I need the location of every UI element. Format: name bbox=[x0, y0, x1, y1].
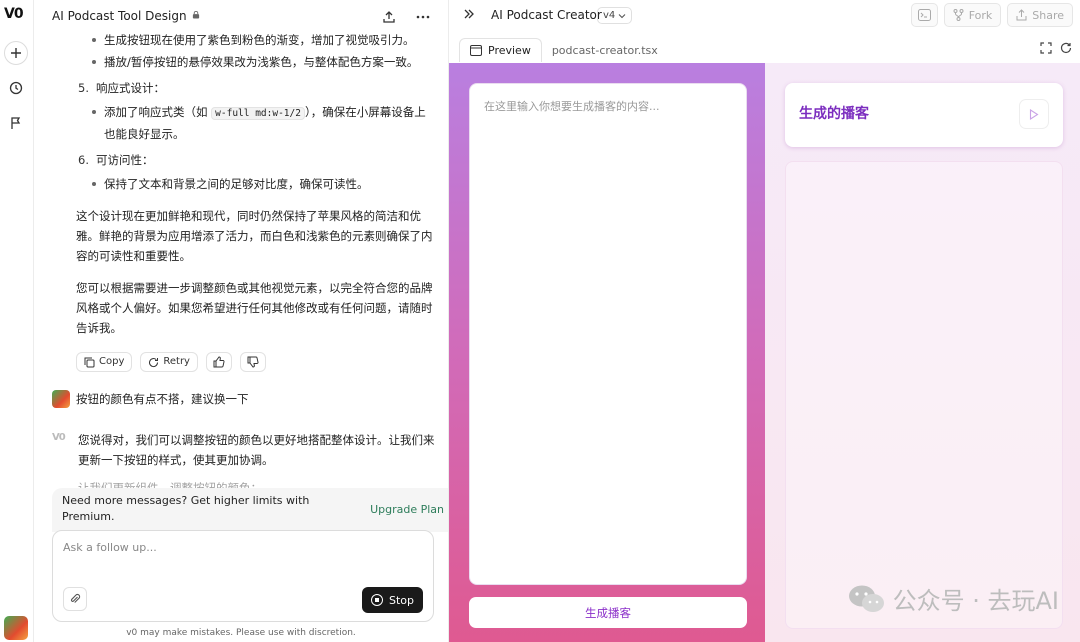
window-icon bbox=[470, 45, 482, 56]
list-item: 播放/暂停按钮的悬停效果改为浅紫色，与整体配色方案一致。 bbox=[78, 52, 438, 72]
v0-logo[interactable]: V0 bbox=[4, 6, 30, 24]
chat-title: AI Podcast Tool Design bbox=[52, 9, 187, 23]
share-export-button[interactable] bbox=[378, 6, 400, 28]
paragraph: 这个设计现在更加鲜艳和现代，同时仍然保持了苹果风格的简洁和优雅。鲜艳的背景为应用… bbox=[76, 209, 433, 263]
app-preview: 生成播客 生成的播客 公众号 · 去玩AI bbox=[449, 63, 1080, 642]
reload-button[interactable] bbox=[1060, 42, 1072, 57]
thumbs-up-button[interactable] bbox=[205, 352, 232, 372]
copy-icon bbox=[84, 357, 95, 367]
paperclip-icon bbox=[70, 593, 81, 603]
podcast-content-textarea[interactable] bbox=[469, 83, 747, 585]
generate-podcast-button[interactable]: 生成播客 bbox=[469, 597, 747, 628]
user-avatar-small bbox=[52, 390, 70, 408]
clock-icon bbox=[9, 81, 23, 95]
chat-panel: AI Podcast Tool Design 生成按钮现在使用了紫色到粉色的渐变… bbox=[34, 0, 470, 642]
output-section: 生成的播客 公众号 · 去玩AI bbox=[765, 63, 1080, 642]
version-select[interactable]: v4 bbox=[597, 7, 633, 24]
plus-icon bbox=[11, 48, 21, 58]
more-icon bbox=[416, 15, 430, 19]
list-item: 生成按钮现在使用了紫色到粉色的渐变，增加了视觉吸引力。 bbox=[78, 30, 438, 50]
refresh-icon bbox=[149, 357, 159, 367]
list-item: 添加了响应式类（如 w-full md:w-1/2 ），确保在小屏幕设备上也能良好… bbox=[78, 102, 438, 144]
play-icon bbox=[1029, 108, 1039, 120]
collapse-sidebar-button[interactable] bbox=[463, 8, 475, 23]
preview-panel: AI Podcast Creator v4 Fork Share Preview bbox=[448, 0, 1080, 642]
chat-header: AI Podcast Tool Design bbox=[34, 0, 448, 32]
chat-messages: 生成按钮现在使用了紫色到粉色的渐变，增加了视觉吸引力。 播放/暂停按钮的悬停效果… bbox=[34, 30, 448, 488]
numbered-item: 6. 可访问性： bbox=[78, 153, 154, 167]
message-actions: Copy Retry bbox=[76, 352, 438, 372]
wechat-icon bbox=[848, 585, 884, 612]
v0-avatar: V0 bbox=[52, 432, 66, 443]
project-title: AI Podcast Creator bbox=[491, 8, 602, 22]
podcast-output-area bbox=[785, 161, 1063, 629]
left-rail: V0 bbox=[0, 0, 34, 642]
double-chevron-right-icon bbox=[464, 9, 474, 19]
copy-button[interactable]: Copy bbox=[76, 352, 133, 372]
upload-icon bbox=[383, 11, 395, 23]
thumbs-down-icon bbox=[247, 356, 259, 368]
terminal-icon bbox=[917, 9, 931, 21]
numbered-item: 5. 响应式设计： bbox=[78, 81, 165, 95]
more-options-button[interactable] bbox=[412, 6, 434, 28]
generated-podcast-card: 生成的播客 bbox=[785, 83, 1063, 147]
attach-button[interactable] bbox=[63, 587, 87, 611]
share-icon bbox=[1016, 9, 1027, 21]
upgrade-plan-link[interactable]: Upgrade Plan bbox=[370, 502, 444, 518]
chevron-down-icon bbox=[618, 13, 626, 18]
preview-tabs: Preview podcast-creator.tsx bbox=[459, 38, 668, 62]
lock-icon bbox=[192, 11, 199, 19]
disclaimer: v0 may make mistakes. Please use with di… bbox=[126, 628, 356, 638]
stop-icon bbox=[370, 594, 383, 606]
user-avatar[interactable] bbox=[4, 616, 28, 640]
list-item: 保持了文本和背景之间的足够对比度，确保可读性。 bbox=[78, 174, 438, 194]
inline-code: w-full md:w-1/2 bbox=[211, 107, 305, 120]
share-button[interactable]: Share bbox=[1007, 3, 1073, 27]
card-title: 生成的播客 bbox=[799, 106, 869, 122]
tab-code-file[interactable]: podcast-creator.tsx bbox=[542, 38, 668, 62]
expand-icon bbox=[1040, 42, 1052, 54]
tab-preview[interactable]: Preview bbox=[459, 38, 542, 62]
history-button[interactable] bbox=[4, 76, 28, 100]
feedback-button[interactable] bbox=[4, 111, 28, 135]
fork-button[interactable]: Fork bbox=[943, 3, 1002, 27]
stop-button[interactable]: Stop bbox=[361, 587, 423, 613]
input-section: 生成播客 bbox=[449, 63, 765, 642]
fullscreen-button[interactable] bbox=[1040, 42, 1052, 57]
thumbs-up-icon bbox=[213, 356, 225, 368]
preview-header: AI Podcast Creator v4 Fork Share bbox=[449, 0, 1080, 32]
watermark-text: 公众号 · 去玩AI bbox=[892, 587, 1059, 615]
terminal-button[interactable] bbox=[910, 3, 938, 27]
upgrade-banner: Need more messages? Get higher limits wi… bbox=[52, 488, 470, 532]
paragraph: 您可以根据需要进一步调整颜色或其他视觉元素，以完全符合您的品牌风格或个人偏好。如… bbox=[76, 281, 433, 335]
user-message: 按钮的颜色有点不搭，建议换一下 bbox=[52, 390, 249, 408]
composer: Stop bbox=[52, 530, 434, 622]
new-chat-button[interactable] bbox=[4, 41, 28, 65]
play-button[interactable] bbox=[1019, 99, 1049, 129]
flag-icon bbox=[11, 117, 21, 129]
retry-button[interactable]: Retry bbox=[140, 352, 198, 372]
watermark: 公众号 · 去玩AI bbox=[847, 581, 1059, 616]
fork-icon bbox=[953, 9, 964, 21]
follow-up-input[interactable] bbox=[63, 541, 363, 554]
thumbs-down-button[interactable] bbox=[239, 352, 266, 372]
refresh-icon bbox=[1060, 42, 1072, 54]
